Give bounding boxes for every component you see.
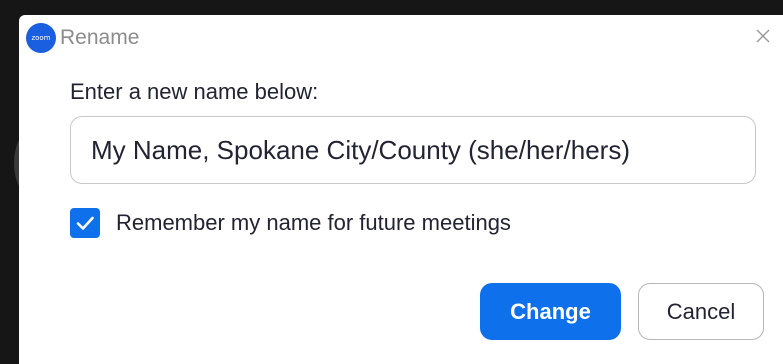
name-input[interactable] bbox=[70, 116, 756, 184]
title-bar: zoom Rename bbox=[19, 15, 783, 59]
dialog-title: Rename bbox=[60, 26, 140, 49]
rename-dialog: zoom Rename Enter a new name below: Reme… bbox=[19, 15, 783, 364]
remember-name-label[interactable]: Remember my name for future meetings bbox=[116, 210, 511, 236]
change-button[interactable]: Change bbox=[480, 283, 621, 340]
close-icon bbox=[756, 29, 770, 43]
checkmark-icon bbox=[76, 216, 94, 230]
zoom-app-icon: zoom bbox=[26, 23, 56, 53]
remember-name-checkbox[interactable] bbox=[70, 208, 100, 238]
rename-prompt: Enter a new name below: bbox=[70, 79, 319, 104]
cancel-button[interactable]: Cancel bbox=[638, 283, 764, 340]
close-button[interactable] bbox=[752, 25, 774, 47]
